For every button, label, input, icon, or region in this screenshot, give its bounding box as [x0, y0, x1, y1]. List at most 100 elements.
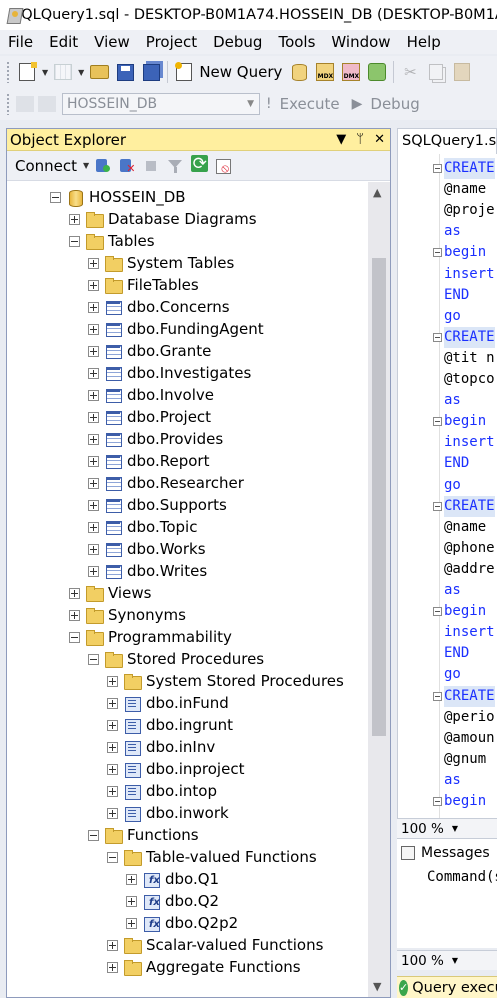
tab-messages[interactable]: Messages [401, 845, 490, 861]
expand-icon[interactable] [88, 279, 99, 291]
tree-node[interactable]: FileTables [88, 274, 199, 296]
tree-node[interactable]: dbo.Involve [88, 384, 214, 406]
tree-node[interactable]: dbo.Grante [88, 340, 211, 362]
tree-node[interactable]: dbo.Topic [88, 516, 197, 538]
fold-toggle-icon[interactable] [433, 691, 442, 701]
scroll-down-icon[interactable]: ▼ [373, 980, 381, 993]
connect-object-explorer-icon[interactable] [94, 157, 112, 175]
tree-node[interactable]: dbo.Works [88, 538, 206, 560]
tree-node[interactable]: dbo.Q2 [126, 890, 219, 912]
collapse-icon[interactable] [69, 235, 80, 247]
expand-icon[interactable] [126, 873, 137, 885]
expand-icon[interactable] [107, 697, 118, 709]
execute-button[interactable]: ! Execute [266, 95, 340, 113]
tree-node[interactable]: dbo.inwork [107, 802, 229, 824]
expand-icon[interactable] [88, 565, 99, 577]
editor-zoom-select[interactable]: 100 % ▼ [397, 818, 497, 838]
tree-node[interactable]: Tables [69, 230, 155, 252]
window-position-icon[interactable]: ▼ [336, 132, 346, 147]
debug-button[interactable]: ▶ Debug [352, 95, 420, 113]
menu-project[interactable]: Project [138, 33, 205, 51]
menu-file[interactable]: File [0, 33, 41, 51]
activity-monitor-icon[interactable] [214, 157, 232, 176]
connect-button[interactable]: Connect [15, 157, 77, 175]
expand-icon[interactable] [69, 587, 80, 599]
tree-node[interactable]: System Tables [88, 252, 234, 274]
tree-node[interactable]: dbo.Q1 [126, 868, 219, 890]
save-icon[interactable] [114, 61, 136, 83]
close-icon[interactable]: ✕ [374, 132, 385, 147]
refresh-icon[interactable] [190, 154, 209, 175]
expand-icon[interactable] [69, 609, 80, 621]
expand-icon[interactable] [88, 433, 99, 445]
toolbar-grip[interactable] [6, 61, 10, 83]
expand-icon[interactable] [88, 345, 99, 357]
tree-node[interactable]: Scalar-valued Functions [107, 934, 323, 956]
object-explorer-scrollbar[interactable]: ▲ ▼ [368, 182, 390, 997]
menu-tools[interactable]: Tools [270, 33, 323, 51]
collapse-icon[interactable] [88, 653, 99, 665]
fold-toggle-icon[interactable] [433, 501, 442, 511]
expand-icon[interactable] [107, 961, 118, 973]
new-query-button[interactable]: New Query [199, 63, 282, 81]
menu-debug[interactable]: Debug [205, 33, 270, 51]
xmla-query-icon[interactable] [366, 61, 388, 83]
expand-icon[interactable] [126, 917, 137, 929]
tree-node[interactable]: Functions [88, 824, 199, 846]
menu-window[interactable]: Window [323, 33, 398, 51]
new-query-icon[interactable] [173, 61, 195, 83]
tab-sqlquery1[interactable]: SQLQuery1.sql [397, 128, 497, 154]
expand-icon[interactable] [107, 675, 118, 687]
expand-icon[interactable] [88, 323, 99, 335]
filter-icon[interactable] [166, 157, 184, 175]
toolbar-grip[interactable] [6, 93, 10, 115]
tree-node[interactable]: dbo.ingrunt [107, 714, 233, 736]
available-databases-select[interactable]: HOSSEIN_DB ▼ [62, 93, 260, 115]
cut-icon[interactable] [399, 61, 421, 83]
collapse-icon[interactable] [50, 191, 61, 203]
expand-icon[interactable] [88, 543, 99, 555]
expand-icon[interactable] [88, 455, 99, 467]
mdx-query-icon[interactable] [314, 61, 336, 83]
database-engine-query-icon[interactable] [288, 61, 310, 83]
fold-toggle-icon[interactable] [433, 417, 442, 427]
tree-node[interactable]: dbo.Investigates [88, 362, 251, 384]
tree-node[interactable]: dbo.inproject [107, 758, 244, 780]
change-connection-icon[interactable] [38, 96, 56, 112]
expand-icon[interactable] [88, 411, 99, 423]
expand-icon[interactable] [107, 807, 118, 819]
tree-node[interactable]: Stored Procedures [88, 648, 264, 670]
disconnect-icon[interactable] [118, 157, 136, 175]
expand-icon[interactable] [107, 741, 118, 753]
expand-icon[interactable] [107, 763, 118, 775]
expand-icon[interactable] [107, 939, 118, 951]
save-all-icon[interactable] [140, 61, 162, 83]
tree-node[interactable]: dbo.Supports [88, 494, 227, 516]
tree-node[interactable]: dbo.Writes [88, 560, 207, 582]
expand-icon[interactable] [88, 257, 99, 269]
collapse-icon[interactable] [69, 631, 80, 643]
menu-help[interactable]: Help [399, 33, 449, 51]
tree-node[interactable]: dbo.FundingAgent [88, 318, 264, 340]
scroll-up-icon[interactable]: ▲ [373, 186, 381, 199]
tree-node[interactable]: dbo.inFund [107, 692, 229, 714]
connect-icon[interactable] [16, 96, 34, 112]
fold-toggle-icon[interactable] [433, 607, 442, 617]
copy-icon[interactable] [425, 61, 447, 83]
chevron-down-icon[interactable]: ▼ [78, 68, 84, 77]
menu-view[interactable]: View [86, 33, 138, 51]
expand-icon[interactable] [107, 785, 118, 797]
tree-node[interactable]: dbo.intop [107, 780, 217, 802]
tree-node[interactable]: dbo.Provides [88, 428, 223, 450]
fold-toggle-icon[interactable] [433, 164, 442, 173]
expand-icon[interactable] [107, 719, 118, 731]
tree-node[interactable]: dbo.Concerns [88, 296, 230, 318]
tree-node[interactable]: dbo.Report [88, 450, 209, 472]
tree-node[interactable]: System Stored Procedures [107, 670, 344, 692]
add-item-icon[interactable] [52, 61, 74, 83]
stop-icon[interactable] [142, 157, 160, 175]
pin-icon[interactable]: ᛘ [356, 132, 364, 147]
open-file-icon[interactable] [88, 61, 110, 83]
dmx-query-icon[interactable] [340, 61, 362, 83]
tree-node[interactable]: Aggregate Functions [107, 956, 301, 978]
